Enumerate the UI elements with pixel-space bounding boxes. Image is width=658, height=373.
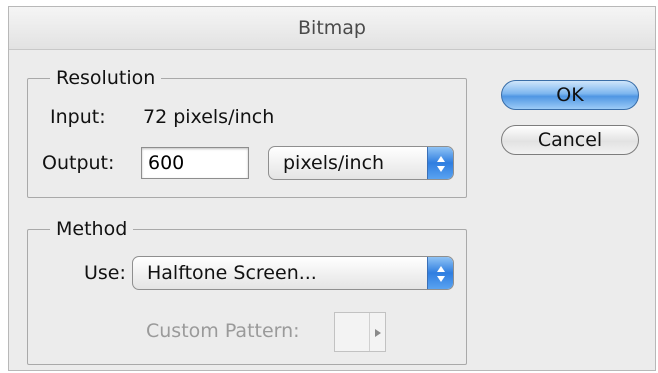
method-selected: Halftone Screen... <box>147 262 317 284</box>
bitmap-dialog: Bitmap Resolution Input: 72 pixels/inch … <box>8 6 656 371</box>
pattern-picker-divider <box>369 313 370 351</box>
up-down-arrows-icon <box>427 147 453 179</box>
resolution-group-label: Resolution <box>50 66 162 90</box>
input-label: Input: <box>50 106 106 128</box>
output-label: Output: <box>42 152 115 174</box>
custom-pattern-label: Custom Pattern: <box>146 320 300 342</box>
up-down-arrows-icon <box>427 257 453 289</box>
window-title: Bitmap <box>9 7 655 50</box>
resolution-group: Resolution Input: 72 pixels/inch Output:… <box>27 66 467 198</box>
resolution-unit-selected: pixels/inch <box>283 152 385 174</box>
custom-pattern-picker[interactable] <box>334 312 386 352</box>
input-resolution-value: 72 pixels/inch <box>143 106 275 128</box>
use-label: Use: <box>84 262 126 284</box>
method-group: Method Use: Halftone Screen... Custom Pa… <box>27 217 467 365</box>
triangle-right-icon <box>375 329 381 337</box>
resolution-unit-select[interactable]: pixels/inch <box>268 146 454 180</box>
method-select[interactable]: Halftone Screen... <box>132 256 454 290</box>
method-group-label: Method <box>50 217 134 241</box>
ok-button[interactable]: OK <box>501 80 639 110</box>
cancel-button[interactable]: Cancel <box>501 125 639 155</box>
output-resolution-input[interactable]: 600 <box>141 147 249 179</box>
